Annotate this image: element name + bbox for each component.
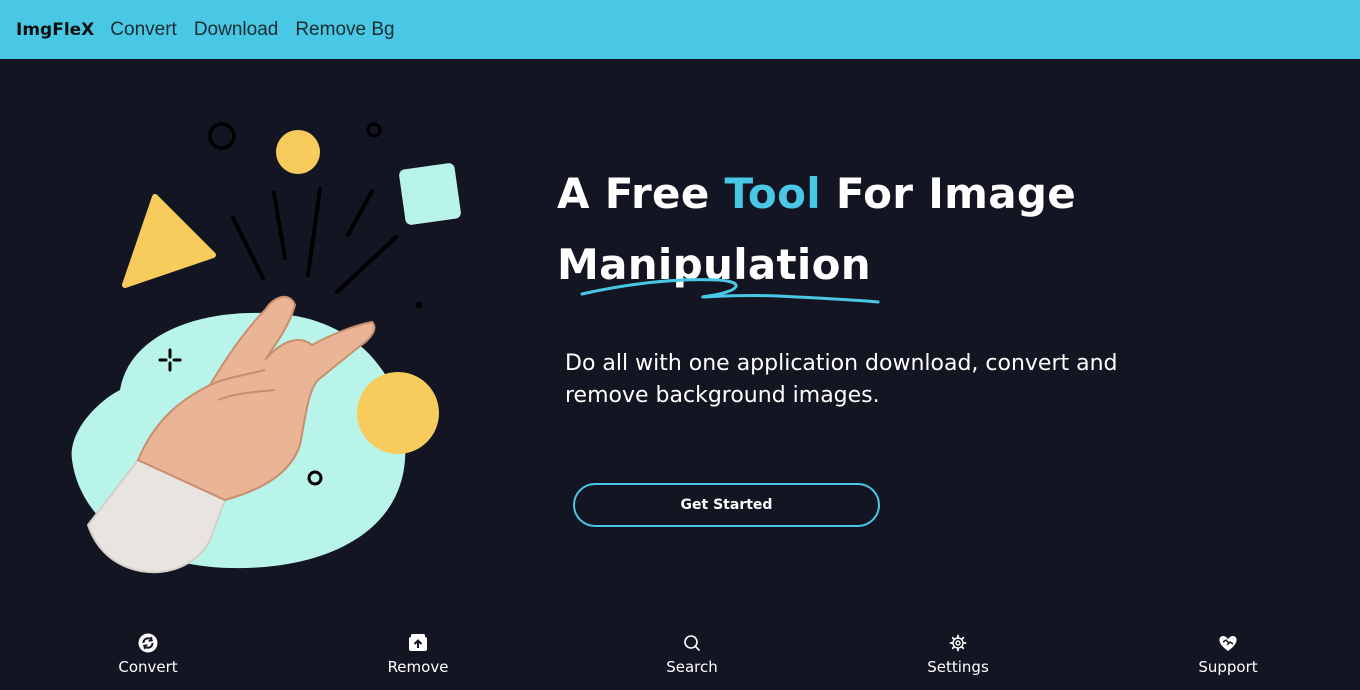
bottom-nav-settings[interactable]: Settings: [888, 628, 1028, 676]
underline-squiggle: [580, 278, 880, 304]
bottom-nav-remove[interactable]: Remove: [348, 628, 488, 676]
yellow-triangle: [122, 194, 216, 288]
ring-small: [366, 122, 382, 138]
yellow-circle-small: [276, 130, 320, 174]
bottom-nav-support-label: Support: [1198, 658, 1258, 676]
nav-link-convert[interactable]: Convert: [110, 19, 177, 41]
hero-subtitle: Do all with one application download, co…: [565, 351, 1118, 408]
ring-large: [208, 122, 236, 150]
bottom-nav-search-label: Search: [666, 658, 718, 676]
bottom-nav-support[interactable]: Support: [1158, 628, 1298, 676]
dot: [415, 301, 423, 309]
remove-icon: [409, 634, 427, 651]
brand-logo[interactable]: ImgFleX: [16, 20, 94, 40]
hero-title-line1: A Free Tool For Image: [557, 169, 1077, 218]
top-navbar: ImgFleX Convert Download Remove Bg: [0, 0, 1360, 59]
nav-link-remove-bg[interactable]: Remove Bg: [295, 19, 394, 41]
convert-icon: [138, 633, 158, 653]
hero-title-accent: Tool: [724, 169, 821, 218]
bottom-nav-search[interactable]: Search: [622, 628, 762, 676]
heart-handshake-icon: [1219, 635, 1237, 651]
mint-square: [399, 163, 461, 225]
yellow-circle-large: [357, 372, 439, 454]
search-icon: [684, 635, 700, 651]
hero-illustration: [71, 122, 461, 574]
get-started-button[interactable]: Get Started: [573, 483, 880, 527]
nav-link-download[interactable]: Download: [194, 19, 279, 41]
bottom-nav-settings-label: Settings: [927, 658, 989, 676]
bottom-nav: Convert Remove Search Settings Support: [0, 628, 1360, 690]
gear-icon: [949, 634, 967, 652]
bottom-nav-convert[interactable]: Convert: [78, 628, 218, 676]
bottom-nav-remove-label: Remove: [387, 658, 449, 676]
bottom-nav-convert-label: Convert: [118, 658, 178, 676]
